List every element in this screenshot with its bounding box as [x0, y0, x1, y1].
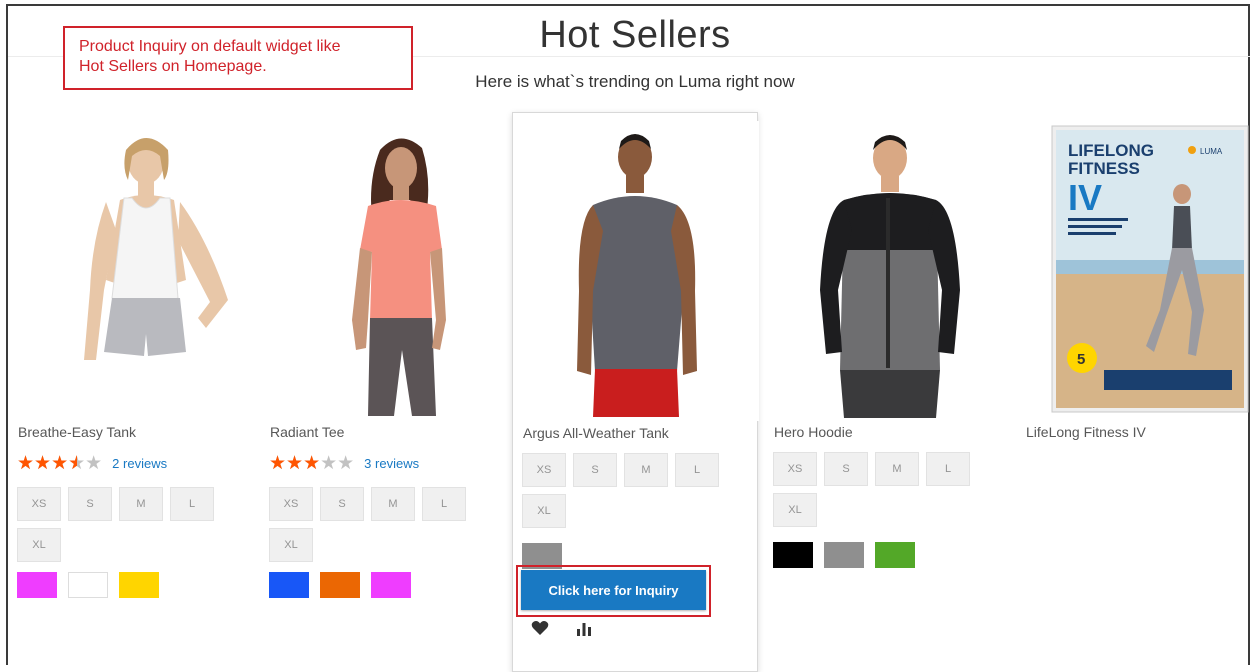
product-image[interactable]: LIFELONG FITNESS IV LUMA 5 — [1016, 120, 1258, 420]
size-option[interactable]: L — [170, 487, 214, 521]
size-swatches: XS S M L XL — [17, 487, 247, 562]
product-card-breathe-easy-tank: Breathe-Easy Tank ★★★★★★★★★★ 2 reviews X… — [8, 112, 254, 672]
product-name[interactable]: Hero Hoodie — [774, 424, 853, 440]
color-swatch[interactable] — [17, 572, 57, 598]
size-option[interactable]: XS — [773, 452, 817, 486]
luma-logo-icon — [1188, 146, 1196, 154]
star-rating: ★★★★★★★★★★ — [269, 453, 355, 474]
product-name[interactable]: Argus All-Weather Tank — [523, 425, 669, 441]
size-option[interactable]: XS — [269, 487, 313, 521]
dvd-badge-number: 5 — [1077, 351, 1085, 368]
color-swatch[interactable] — [371, 572, 411, 598]
star-rating-fill: ★★★★★ — [269, 454, 321, 473]
size-swatches: XS S M L XL — [773, 452, 1003, 527]
color-swatch[interactable] — [320, 572, 360, 598]
inquiry-button[interactable]: Click here for Inquiry — [521, 570, 706, 610]
size-option[interactable]: M — [875, 452, 919, 486]
product-image[interactable] — [8, 120, 254, 420]
color-swatch[interactable] — [68, 572, 108, 598]
reviews-link[interactable]: 3 reviews — [364, 456, 419, 471]
color-swatch[interactable] — [119, 572, 159, 598]
color-swatches — [17, 572, 159, 598]
size-option[interactable]: S — [320, 487, 364, 521]
size-option[interactable]: XS — [17, 487, 61, 521]
color-swatch[interactable] — [269, 572, 309, 598]
size-option[interactable]: S — [573, 453, 617, 487]
section-title: Hot Sellers — [539, 14, 731, 56]
dvd-title-line-2: FITNESS — [1068, 159, 1140, 178]
size-option[interactable]: L — [422, 487, 466, 521]
size-option[interactable]: XS — [522, 453, 566, 487]
size-option[interactable]: XL — [269, 528, 313, 562]
size-option[interactable]: XL — [522, 494, 566, 528]
product-card-hero-hoodie: Hero Hoodie XS S M L XL — [764, 112, 1010, 672]
size-option[interactable]: S — [68, 487, 112, 521]
size-option[interactable]: M — [119, 487, 163, 521]
bar-chart-icon[interactable] — [574, 618, 594, 638]
size-option[interactable]: S — [824, 452, 868, 486]
product-name[interactable]: LifeLong Fitness IV — [1026, 424, 1146, 440]
size-swatches: XS S M L XL — [522, 453, 752, 528]
dvd-title-line-1: LIFELONG — [1068, 141, 1154, 160]
product-name[interactable]: Breathe-Easy Tank — [18, 424, 136, 440]
annotation-line-1: Product Inquiry on default widget like — [79, 38, 341, 55]
section-subtitle: Here is what`s trending on Luma right no… — [475, 72, 795, 91]
size-option[interactable]: L — [926, 452, 970, 486]
color-swatches — [269, 572, 411, 598]
size-option[interactable]: M — [624, 453, 668, 487]
color-swatch[interactable] — [875, 542, 915, 568]
product-image[interactable] — [260, 120, 506, 420]
annotation-callout: Product Inquiry on default widget like H… — [63, 26, 413, 90]
color-swatch[interactable] — [773, 542, 813, 568]
color-swatches — [773, 542, 915, 568]
size-option[interactable]: L — [675, 453, 719, 487]
size-swatches: XS S M L XL — [269, 487, 499, 562]
product-image[interactable] — [513, 121, 759, 421]
reviews-link[interactable]: 2 reviews — [112, 456, 167, 471]
heart-icon[interactable] — [530, 618, 550, 638]
product-image[interactable] — [764, 120, 1010, 420]
product-rating: ★★★★★★★★★★ 2 reviews — [17, 454, 167, 473]
dvd-title-numeral: IV — [1068, 177, 1102, 218]
star-rating: ★★★★★★★★★★ — [17, 453, 103, 474]
product-card-radiant-tee: Radiant Tee ★★★★★★★★★★ 3 reviews XS S M … — [260, 112, 506, 672]
product-name[interactable]: Radiant Tee — [270, 424, 344, 440]
color-swatch[interactable] — [824, 542, 864, 568]
size-option[interactable]: XL — [17, 528, 61, 562]
size-option[interactable]: XL — [773, 493, 817, 527]
annotation-line-2: Hot Sellers on Homepage. — [79, 58, 267, 75]
size-option[interactable]: M — [371, 487, 415, 521]
product-rating: ★★★★★★★★★★ 3 reviews — [269, 454, 419, 473]
product-card-lifelong-fitness-iv: LIFELONG FITNESS IV LUMA 5 LifeLong Fitn… — [1016, 112, 1258, 672]
star-rating-fill: ★★★★★ — [17, 454, 77, 473]
product-actions — [530, 618, 594, 638]
dvd-brand: LUMA — [1200, 147, 1223, 156]
